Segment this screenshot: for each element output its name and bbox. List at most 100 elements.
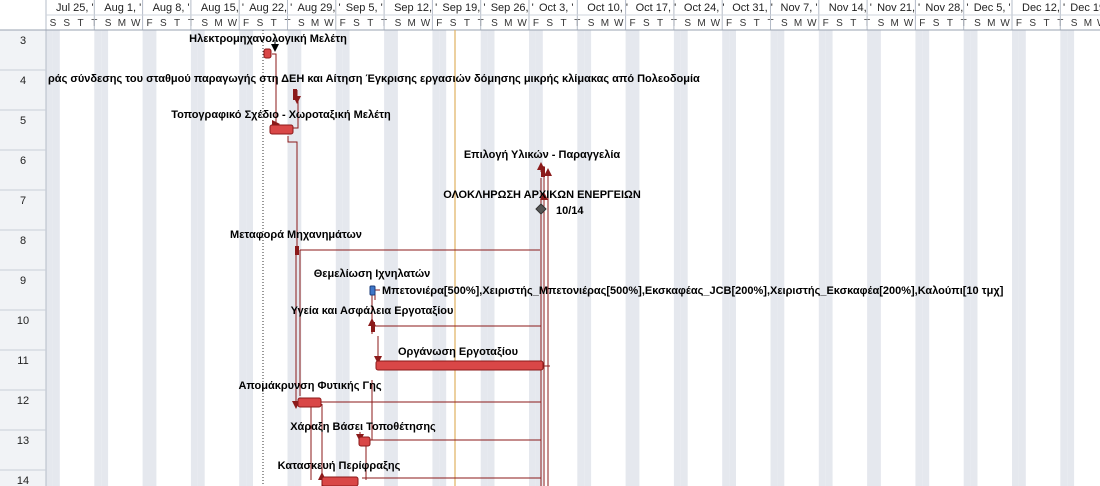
weekend-shade	[1018, 30, 1026, 486]
week-label: Dec 5, '	[974, 2, 1011, 14]
task-label-row5: Τοπογραφικό Σχέδιο - Χωροταξική Μελέτη	[171, 109, 391, 121]
weekend-shade	[722, 30, 730, 486]
task-bar-row6[interactable]	[541, 167, 545, 177]
task-bar-row11[interactable]	[375, 360, 544, 371]
day-letter: T	[174, 18, 180, 29]
day-letter: S	[160, 18, 167, 29]
day-letter: F	[919, 18, 925, 29]
weekend-shade	[529, 30, 536, 486]
day-letter: S	[450, 18, 457, 29]
row-number: 7	[20, 195, 26, 207]
task-bar-row12[interactable]	[297, 397, 322, 408]
week-label: Oct 10, '	[587, 2, 628, 14]
week-label: Dec 19, '	[1070, 2, 1100, 14]
weekend-shade	[1012, 30, 1019, 486]
task-bar-row5[interactable]	[269, 124, 294, 135]
week-label: Nov 7, '	[781, 2, 818, 14]
weekend-shade	[867, 30, 874, 486]
day-letter: S	[50, 18, 57, 29]
day-letter: W	[904, 18, 914, 29]
row-number: 14	[17, 475, 29, 486]
day-letter: M	[1084, 18, 1092, 29]
weekend-shade	[680, 30, 688, 486]
day-letter: F	[436, 18, 442, 29]
day-letter: T	[657, 18, 663, 29]
task-label-row6: Επιλογή Υλικών - Παραγγελία	[464, 149, 621, 161]
week-label: Oct 24, '	[684, 2, 725, 14]
day-letter: M	[891, 18, 899, 29]
task-bar-row3[interactable]	[263, 48, 272, 59]
day-letter: S	[974, 18, 981, 29]
task-label-row11: Οργάνωση Εργοταξίου	[398, 346, 518, 358]
weekend-shade	[246, 30, 253, 486]
weekend-shade	[770, 30, 778, 486]
nonworking-day-shading	[46, 30, 1075, 486]
weekend-shade	[335, 30, 343, 486]
day-letter: W	[517, 18, 527, 29]
week-label: Aug 15, '	[201, 2, 244, 14]
task-label-row12: Απομάκρυνση Φυτικής Γης	[238, 380, 381, 392]
day-letter: M	[214, 18, 222, 29]
weekend-shade	[777, 30, 785, 486]
task-label-row4: ράς σύνδεσης του σταθμού παραγωγής στη Δ…	[48, 73, 700, 85]
weekend-shade	[922, 30, 930, 486]
day-letter: W	[1000, 18, 1010, 29]
week-label: Nov 14, '	[829, 2, 872, 14]
week-label: Sep 12, '	[394, 2, 437, 14]
week-label: Sep 26, '	[491, 2, 534, 14]
day-letter: S	[1029, 18, 1036, 29]
task-label-row14: Κατασκευή Περίφραξης	[278, 460, 401, 472]
day-letter: S	[933, 18, 940, 29]
week-label: Jul 25, '	[56, 2, 94, 14]
weekend-shade	[384, 30, 391, 486]
week-label: Oct 3, '	[539, 2, 574, 14]
day-letter: S	[546, 18, 553, 29]
link-9	[374, 289, 380, 300]
weekend-shade	[632, 30, 640, 486]
day-letter: S	[491, 18, 498, 29]
week-label: Sep 19, '	[442, 2, 485, 14]
day-letter: T	[271, 18, 277, 29]
task-bar-row14[interactable]	[321, 476, 359, 486]
week-label: Aug 29, '	[298, 2, 341, 14]
week-label: Sep 5, '	[346, 2, 383, 14]
day-letter: W	[131, 18, 141, 29]
gantt-chart[interactable]: 34567891011121314 SSTTSMWFSTTSMWFSTTSMWF…	[0, 0, 1100, 486]
task-bar-row10[interactable]	[371, 322, 375, 332]
day-letter: S	[63, 18, 70, 29]
weekend-shade	[432, 30, 440, 486]
task-label-row8: Μεταφορά Μηχανημάτων	[230, 229, 362, 241]
day-letter: M	[504, 18, 512, 29]
weekend-shade	[673, 30, 681, 486]
week-label: Oct 31, '	[732, 2, 773, 14]
task-bar-row9-selected[interactable]	[369, 285, 376, 296]
weekend-shade	[1060, 30, 1068, 486]
day-letter: T	[754, 18, 760, 29]
day-letter: F	[823, 18, 829, 29]
day-letter: S	[781, 18, 788, 29]
day-letter: S	[298, 18, 305, 29]
day-letter: S	[201, 18, 208, 29]
day-letter: S	[878, 18, 885, 29]
row-number: 12	[17, 395, 29, 407]
weekend-shade	[970, 30, 978, 486]
day-letter: S	[740, 18, 747, 29]
day-letter: F	[146, 18, 152, 29]
task-bar-row4[interactable]	[293, 89, 297, 100]
day-letter: W	[421, 18, 431, 29]
task-bar-row13[interactable]	[358, 436, 371, 447]
day-letter: S	[643, 18, 650, 29]
day-letter: F	[726, 18, 732, 29]
row-number: 4	[20, 75, 26, 87]
row-number: 10	[17, 315, 29, 327]
day-letter: F	[533, 18, 539, 29]
day-letter: M	[794, 18, 802, 29]
weekend-shade	[52, 30, 60, 486]
day-letter: F	[1016, 18, 1022, 29]
task-label-row10: Υγεία και Ασφάλεια Εργοταξίου	[291, 305, 454, 317]
week-label: Nov 21, '	[877, 2, 920, 14]
weekend-shade	[391, 30, 398, 486]
task-bar-row8[interactable]	[295, 246, 299, 255]
day-letter: S	[353, 18, 360, 29]
day-letter: W	[228, 18, 238, 29]
